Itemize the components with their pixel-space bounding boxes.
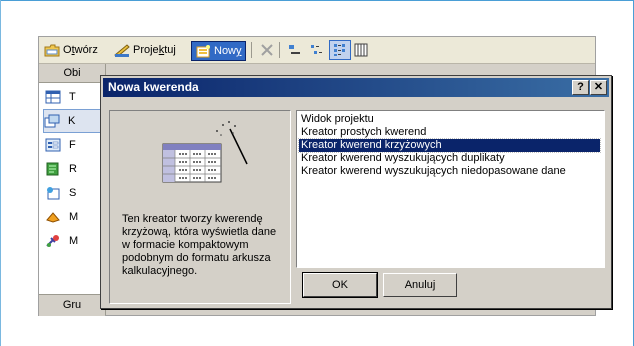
open-button[interactable]: Otwórz <box>41 41 101 59</box>
new-label-accel: y <box>236 45 242 57</box>
cancel-button[interactable]: Anuluj <box>383 273 457 297</box>
open-label-post: wórz <box>74 44 98 56</box>
list-item-design-view[interactable]: Widok projektu <box>299 113 376 126</box>
report-icon <box>46 162 59 176</box>
design-button[interactable]: Projektuj <box>111 41 179 59</box>
dialog-titlebar[interactable]: Nowa kwerenda ? ✕ <box>103 78 609 97</box>
design-label-pre: Proje <box>133 44 159 56</box>
toolbar-separator <box>279 42 280 58</box>
design-ruler-icon <box>114 44 130 57</box>
list-item-find-unmatched-wizard[interactable]: Kreator kwerend wyszukujących niedopasow… <box>299 165 568 178</box>
delete-x-icon <box>261 44 273 56</box>
list-item-crosstab-query-wizard[interactable]: Kreator kwerend krzyżowych <box>298 138 601 153</box>
groups-header[interactable]: Gru <box>39 294 105 316</box>
dialog-title: Nowa kwerenda <box>108 80 199 94</box>
large-icons-icon <box>289 45 300 54</box>
open-label-pre: O <box>63 44 72 56</box>
new-label-pre: Now <box>214 45 237 57</box>
object-item-label: M <box>69 235 79 247</box>
query-type-list[interactable]: Widok projektu Kreator prostych kwerend … <box>296 110 605 268</box>
object-item-tables[interactable]: T <box>45 86 105 108</box>
object-item-forms[interactable]: F <box>45 134 105 156</box>
small-icons-icon <box>311 45 322 54</box>
help-button[interactable]: ? <box>572 80 589 95</box>
small-icons-button[interactable] <box>307 41 327 59</box>
list-view-button[interactable] <box>329 40 351 60</box>
frame-left-border <box>0 0 1 346</box>
ok-button[interactable]: OK <box>302 272 378 298</box>
query-icon <box>44 114 60 128</box>
object-item-reports[interactable]: R <box>45 158 105 180</box>
wizard-description: Ten kreator tworzy kwerendę krzyżową, kt… <box>122 213 277 277</box>
open-folder-icon <box>44 44 60 57</box>
object-item-label: S <box>69 187 77 199</box>
objects-header: Obi <box>39 64 105 83</box>
frame-top-border <box>0 0 634 1</box>
delete-button[interactable] <box>257 41 277 59</box>
object-item-modules[interactable]: M <box>45 230 105 252</box>
object-item-label: R <box>69 163 77 175</box>
details-view-icon <box>354 43 368 57</box>
object-item-queries[interactable]: K <box>43 109 105 133</box>
large-icons-button[interactable] <box>285 41 305 59</box>
page-icon <box>47 187 60 200</box>
form-icon <box>45 138 61 152</box>
design-label-post: tuj <box>164 44 176 56</box>
table-icon <box>45 90 61 104</box>
module-icon <box>46 235 59 247</box>
details-view-button[interactable] <box>351 41 371 59</box>
preview-panel: Ten kreator tworzy kwerendę krzyżową, kt… <box>109 110 291 304</box>
object-item-label: T <box>69 91 76 103</box>
new-object-icon <box>196 45 210 58</box>
object-item-label: F <box>69 139 76 151</box>
toolbar-separator <box>251 42 252 58</box>
object-item-label: M <box>69 211 79 223</box>
object-item-pages[interactable]: S <box>45 182 105 204</box>
list-item-simple-query-wizard[interactable]: Kreator prostych kwerend <box>299 126 428 139</box>
new-query-dialog: Nowa kwerenda ? ✕ Ten kreator tworzy kwe… <box>100 75 612 309</box>
database-toolbar: Otwórz Projektuj Nowy <box>39 37 595 64</box>
close-button[interactable]: ✕ <box>590 80 607 95</box>
object-item-label: K <box>68 115 76 127</box>
list-view-icon <box>334 44 345 56</box>
objects-pane: Obi T K F R S M M Gru <box>39 64 106 316</box>
new-button[interactable]: Nowy <box>191 41 246 61</box>
object-item-macros[interactable]: M <box>45 206 105 228</box>
list-item-find-duplicates-wizard[interactable]: Kreator kwerend wyszukujących duplikaty <box>299 152 507 165</box>
crosstab-wizard-icon <box>162 121 248 183</box>
macro-icon <box>46 212 60 223</box>
